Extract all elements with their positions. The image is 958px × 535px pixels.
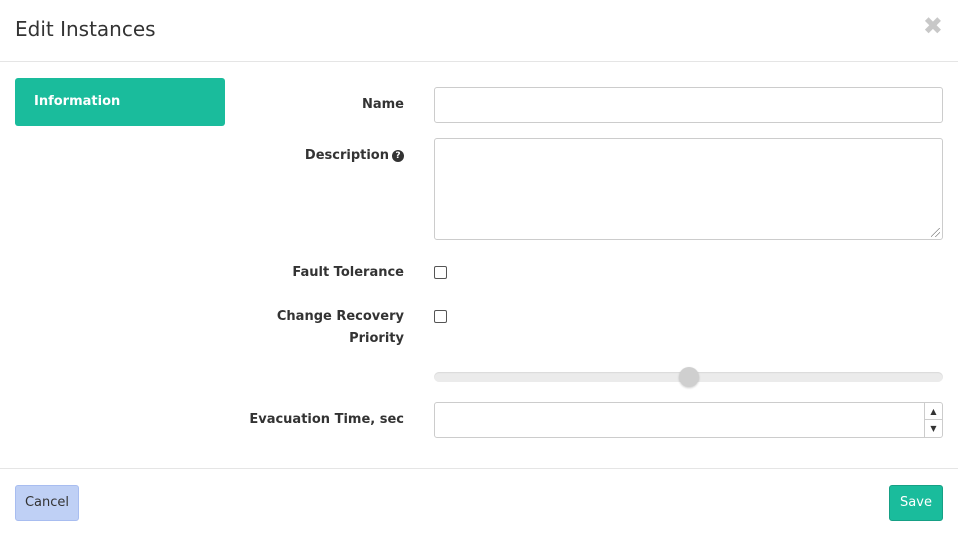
name-label: Name xyxy=(361,97,404,112)
modal-title: Edit Instances xyxy=(15,17,156,41)
increment-arrow-icon[interactable]: ▲ xyxy=(925,403,942,420)
name-input[interactable] xyxy=(434,87,943,123)
question-circle-icon[interactable]: ? xyxy=(392,150,404,162)
description-label-text: Description xyxy=(304,148,389,163)
fault-tolerance-checkbox[interactable] xyxy=(434,266,447,279)
cancel-button[interactable]: Cancel xyxy=(15,485,79,521)
save-button[interactable]: Save xyxy=(889,485,943,521)
decrement-arrow-icon[interactable]: ▼ xyxy=(925,420,942,437)
change-recovery-priority-label-line1: Change Recovery xyxy=(276,309,404,324)
number-spinner: ▲ ▼ xyxy=(924,403,942,437)
recovery-priority-slider[interactable] xyxy=(434,367,943,387)
fault-tolerance-label: Fault Tolerance xyxy=(292,265,404,280)
modal-header: Edit Instances ✖ xyxy=(0,0,958,62)
evacuation-time-label: Evacuation Time, sec xyxy=(249,412,404,427)
close-icon[interactable]: ✖ xyxy=(923,14,943,38)
edit-instances-dialog: Edit Instances ✖ Information Name Descri… xyxy=(0,0,958,535)
description-textarea[interactable] xyxy=(434,138,943,240)
description-label: Description? xyxy=(305,145,404,167)
resize-handle-icon[interactable] xyxy=(931,228,940,237)
evacuation-time-input[interactable]: ▲ ▼ xyxy=(434,402,943,438)
change-recovery-priority-label-line2: Priority xyxy=(349,331,404,346)
change-recovery-priority-label: Change Recovery Priority xyxy=(277,306,404,350)
slider-handle[interactable] xyxy=(678,367,699,387)
modal-footer: Cancel Save xyxy=(0,468,958,535)
tab-information[interactable]: Information xyxy=(15,78,225,126)
change-recovery-priority-checkbox[interactable] xyxy=(434,310,447,323)
